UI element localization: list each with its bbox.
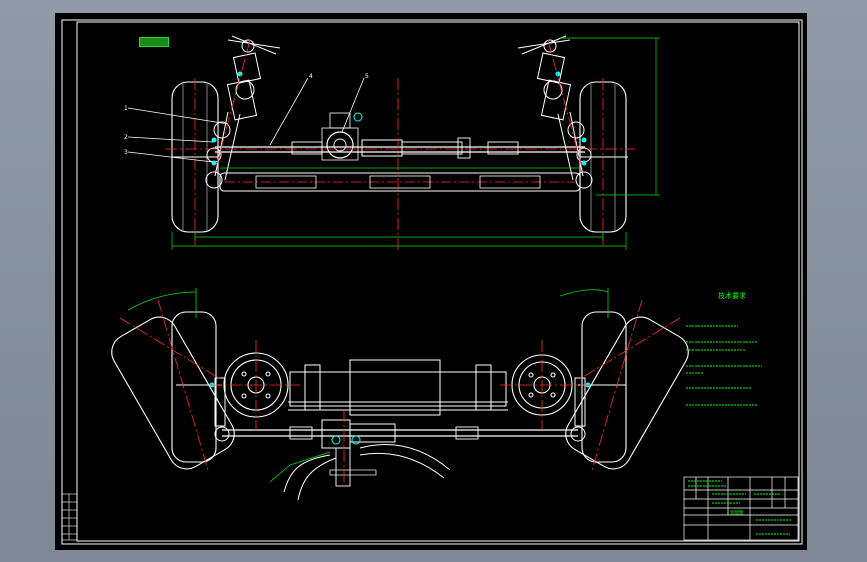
callout-1: 1 (124, 105, 128, 112)
title-block (683, 476, 799, 541)
callout-5: 5 (365, 73, 369, 80)
top-view: 1 2 3 4 5 (124, 35, 660, 250)
drawing-tag (139, 37, 169, 47)
title-block-label: 装配图 (730, 509, 744, 516)
callout-4: 4 (309, 73, 313, 80)
inner-frame (76, 21, 800, 542)
steering-gear (326, 131, 354, 159)
margin-revision-table (61, 493, 78, 541)
outer-frame (61, 19, 803, 545)
right-wheel-front (565, 316, 689, 470)
drawing-sheet: 1 2 3 4 5 ⌐ 技术要求 装配图 (55, 13, 807, 550)
assembly-drawing: 1 2 3 4 5 ⌐ 技术要求 装配图 (61, 19, 803, 545)
callout-3: 3 (124, 149, 128, 156)
note-lines (686, 325, 762, 406)
left-wheel-front (111, 316, 235, 470)
right-strut (517, 35, 593, 189)
centerlines-top (165, 39, 635, 250)
notes-heading: 技术要求 (718, 291, 746, 300)
front-view: ⌐ (111, 288, 689, 501)
left-strut (205, 35, 281, 189)
dimensions-top (171, 37, 660, 250)
technical-requirements: 技术要求 (686, 291, 762, 406)
callout-2: 2 (124, 134, 128, 141)
svg-text:⌐: ⌐ (272, 476, 275, 481)
title-block-entries (688, 480, 792, 535)
